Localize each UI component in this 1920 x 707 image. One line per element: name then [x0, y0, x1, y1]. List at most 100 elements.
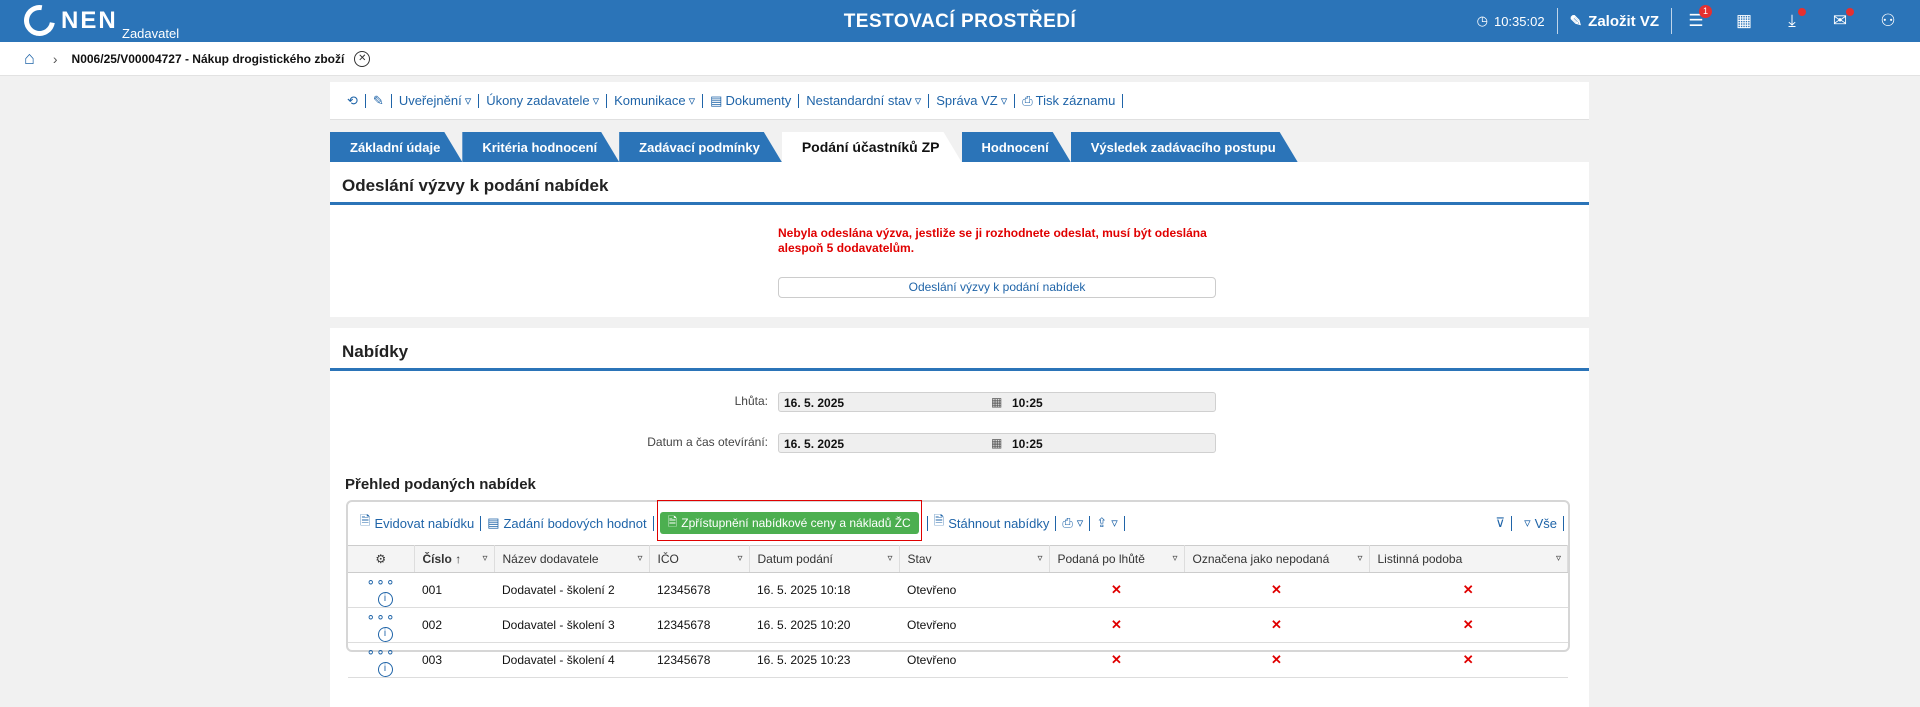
toolbar-label: Nestandardní stav — [806, 93, 912, 108]
menu-button[interactable]: ☰ 1 — [1672, 0, 1720, 42]
home-icon[interactable]: ⌂ — [24, 48, 35, 69]
toolbar-label: Dokumenty — [725, 93, 792, 108]
tab-submissions[interactable]: Podání účastníků ZP — [782, 132, 962, 162]
filter-dropdown-icon[interactable]: ▿ — [1556, 553, 1561, 564]
column-label: Označena jako nepodaná — [1192, 552, 1330, 566]
print-icon: ⎙ — [1062, 515, 1073, 530]
chevron-down-icon: ▿ — [688, 92, 696, 108]
export-menu-button[interactable]: ⇪ ▿ — [1090, 515, 1125, 531]
download-button[interactable]: ⤓ — [1768, 0, 1816, 42]
calendar-icon: ▦ — [991, 436, 1003, 450]
opening-field: 16. 5. 2025 ▦ 10:25 — [778, 433, 1216, 453]
tab-result[interactable]: Výsledek zadávacího postupu — [1071, 132, 1298, 162]
chevron-down-icon: ▿ — [592, 92, 600, 108]
column-paper[interactable]: Listinná podoba ▿ — [1369, 545, 1568, 573]
column-settings[interactable]: ⚙ — [348, 545, 415, 573]
info-icon[interactable]: i — [377, 627, 393, 642]
clipboard-icon: ▤ — [487, 515, 500, 530]
user-button[interactable]: ⚇ — [1864, 0, 1912, 42]
register-offer-button[interactable]: 🗎 Evidovat nabídku — [354, 513, 482, 531]
user-icon: ⚇ — [1880, 11, 1896, 30]
table-row[interactable]: ∘∘∘i 002 Dodavatel - školení 3 12345678 … — [348, 607, 1568, 643]
column-label: Číslo — [422, 552, 452, 566]
table-row[interactable]: ∘∘∘i 001 Dodavatel - školení 2 12345678 … — [348, 572, 1568, 608]
chevron-down-icon: ▿ — [1524, 515, 1531, 530]
column-label: Stav — [907, 552, 932, 566]
tab-basic-info[interactable]: Základní údaje — [330, 132, 462, 162]
column-label: Datum podání — [757, 552, 833, 566]
panel-divider — [330, 368, 1589, 371]
chevron-right-icon: › — [52, 50, 58, 67]
info-icon[interactable]: i — [377, 662, 393, 677]
calendar-icon: ▦ — [991, 395, 1003, 409]
more-actions-icon[interactable]: ∘∘∘ — [366, 573, 395, 589]
calendar-button[interactable]: ▦ — [1720, 0, 1768, 42]
column-label: Název dodavatele — [502, 552, 599, 566]
filter-button[interactable]: ⊽ — [1490, 515, 1513, 531]
column-ico[interactable]: IČO ▿ — [649, 545, 750, 573]
point-values-button[interactable]: ▤ Zadání bodových hodnot — [481, 515, 654, 531]
create-vz-button[interactable]: ✎ Založit VZ — [1558, 0, 1671, 42]
tab-criteria[interactable]: Kritéria hodnocení — [462, 132, 619, 162]
download-offers-button[interactable]: 🗎 Stáhnout nabídky — [926, 513, 1057, 531]
highlight-frame — [657, 500, 922, 541]
toolbar-publication[interactable]: Uveřejnění ▿ — [392, 93, 480, 108]
more-actions-icon[interactable]: ∘∘∘ — [366, 643, 395, 659]
column-date[interactable]: Datum podání ▿ — [749, 545, 900, 573]
breadcrumb-title[interactable]: N006/25/V00004727 - Nákup drogistického … — [72, 52, 345, 66]
send-invitation-button[interactable]: Odeslání výzvy k podání nabídek — [778, 277, 1216, 298]
tab-conditions[interactable]: Zadávací podmínky — [619, 132, 782, 162]
toolbar-communication[interactable]: Komunikace ▿ — [607, 92, 704, 108]
more-actions-icon[interactable]: ∘∘∘ — [366, 608, 395, 624]
toolbar-acts[interactable]: Úkony zadavatele ▿ — [479, 92, 608, 108]
cell-ico: 12345678 — [649, 642, 749, 678]
settings-icon: ⚙ — [375, 552, 387, 566]
action-toolbar: ⟲ ✎ Uveřejnění ▿ Úkony zadavatele ▿ Komuni… — [330, 82, 1589, 120]
toolbar-label: Komunikace — [614, 93, 686, 108]
column-label: Listinná podoba — [1377, 552, 1463, 566]
deadline-label: Lhůta: — [734, 394, 768, 408]
view-select[interactable]: ▿ Vše — [1518, 515, 1564, 531]
opening-date: 16. 5. 2025 — [784, 437, 845, 451]
filter-dropdown-icon[interactable]: ▿ — [482, 553, 487, 564]
cell-ico: 12345678 — [649, 572, 749, 608]
cell-supplier: Dodavatel - školení 4 — [494, 642, 649, 678]
filter-dropdown-icon[interactable]: ▿ — [1037, 553, 1042, 564]
mail-icon: ✉ — [1832, 11, 1848, 30]
column-state[interactable]: Stav ▿ — [899, 545, 1050, 573]
cell-date: 16. 5. 2025 10:18 — [749, 572, 899, 608]
close-icon[interactable]: ✕ — [354, 50, 371, 67]
chevron-down-icon: ▿ — [1000, 92, 1008, 108]
refresh-button[interactable]: ⟲ — [340, 93, 366, 108]
info-icon[interactable]: i — [377, 592, 393, 607]
toolbar-nonstandard-state[interactable]: Nestandardní stav ▿ — [799, 93, 930, 108]
filter-dropdown-icon[interactable]: ▿ — [1172, 553, 1177, 564]
cell-supplier: Dodavatel - školení 3 — [494, 607, 649, 643]
toolbar-print-record[interactable]: ⎙ Tisk záznamu — [1015, 93, 1124, 108]
filter-dropdown-icon[interactable]: ▿ — [737, 553, 742, 564]
filter-dropdown-icon[interactable]: ▿ — [637, 553, 642, 564]
chevron-down-icon: ▿ — [1076, 515, 1084, 530]
print-menu-button[interactable]: ⎙ ▿ — [1056, 515, 1091, 531]
tab-evaluation[interactable]: Hodnocení — [962, 132, 1071, 162]
chevron-down-icon: ▿ — [1111, 515, 1118, 530]
filter-dropdown-icon[interactable]: ▿ — [887, 553, 892, 564]
toolbar-vz-management[interactable]: Správa VZ ▿ — [929, 92, 1016, 108]
register-offer-label: Evidovat nabídku — [374, 515, 475, 531]
column-supplier[interactable]: Název dodavatele ▿ — [494, 545, 650, 573]
column-number[interactable]: Číslo ↑ ▿ — [414, 545, 495, 573]
filter-dropdown-icon[interactable]: ▿ — [1357, 553, 1362, 564]
share-icon: ⇪ — [1096, 515, 1108, 530]
cell-ico: 12345678 — [649, 607, 749, 643]
cell-supplier: Dodavatel - školení 2 — [494, 572, 649, 608]
column-not-submitted[interactable]: Označena jako nepodaná ▿ — [1184, 545, 1370, 573]
cell-state: Otevřeno — [899, 607, 1049, 643]
toolbar-documents[interactable]: ▤ Dokumenty — [703, 93, 800, 108]
cell-number: 001 — [414, 572, 494, 608]
column-late[interactable]: Podaná po lhůtě ▿ — [1049, 545, 1185, 573]
cell-paper: ✕ — [1369, 607, 1568, 643]
mail-button[interactable]: ✉ — [1816, 0, 1864, 42]
table-row[interactable]: ∘∘∘i 003 Dodavatel - školení 4 12345678 … — [348, 642, 1568, 678]
cell-not-submitted: ✕ — [1184, 642, 1369, 678]
edit-button[interactable]: ✎ — [366, 93, 392, 108]
